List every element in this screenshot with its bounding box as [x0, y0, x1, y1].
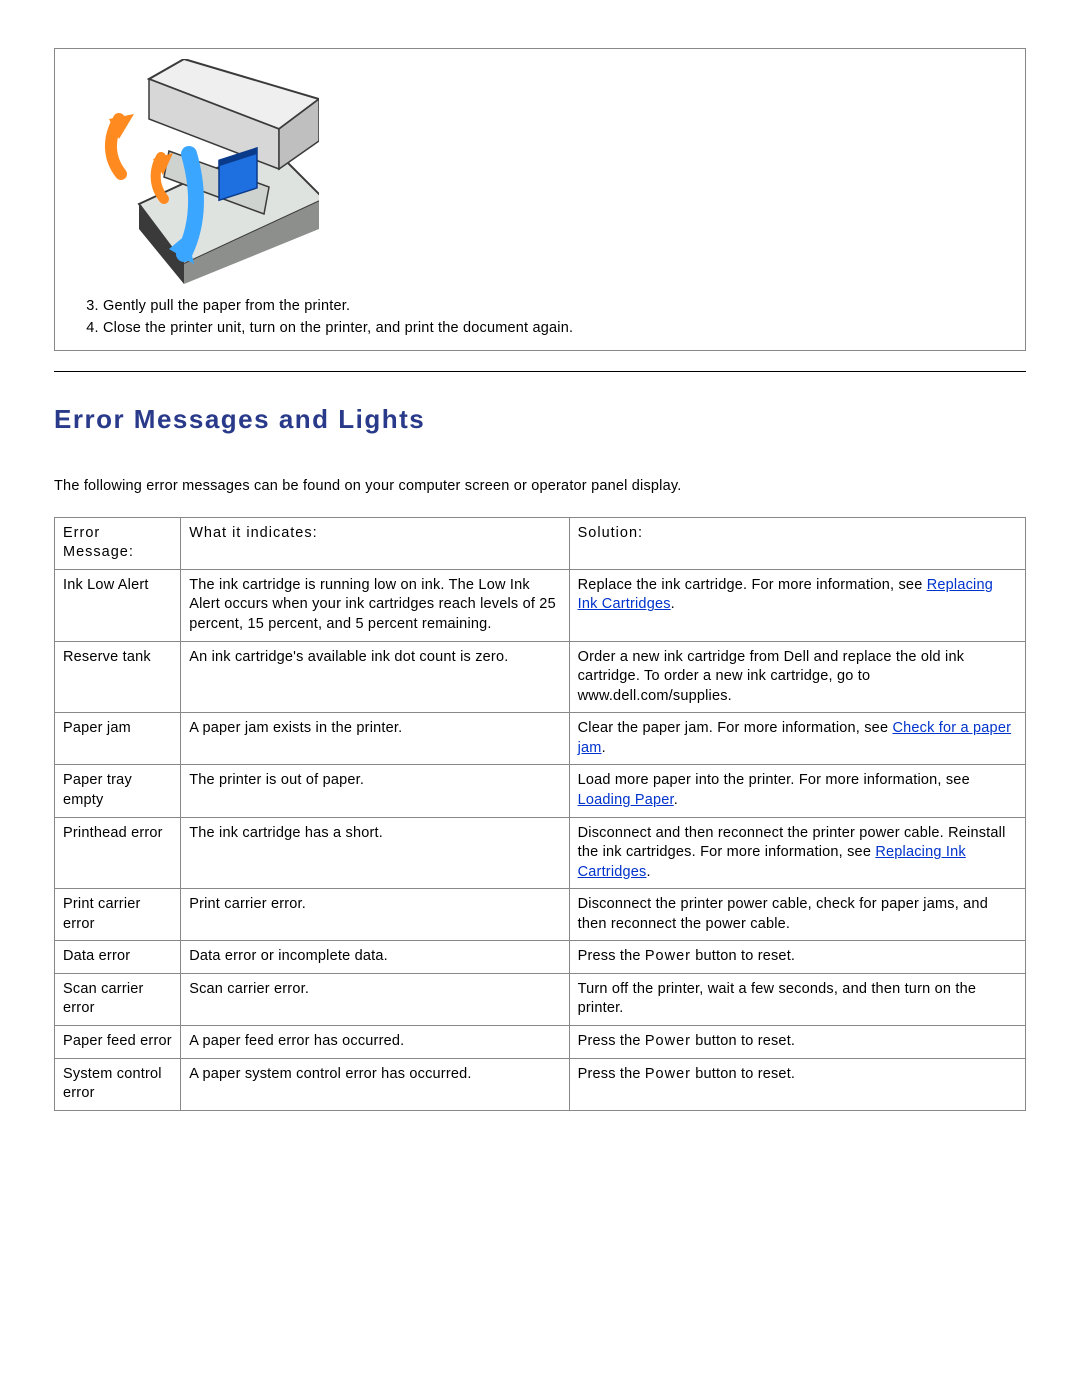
table-row: System control errorA paper system contr…: [55, 1058, 1026, 1110]
cell-indicates: The ink cartridge has a short.: [181, 817, 569, 889]
cell-message: Reserve tank: [55, 641, 181, 713]
cell-indicates: A paper system control error has occurre…: [181, 1058, 569, 1110]
cell-indicates: A paper jam exists in the printer.: [181, 713, 569, 765]
section-intro: The following error messages can be foun…: [54, 477, 1026, 497]
cell-solution: Disconnect and then reconnect the printe…: [569, 817, 1025, 889]
cell-indicates: A paper feed error has occurred.: [181, 1026, 569, 1059]
cell-message: Paper feed error: [55, 1026, 181, 1059]
doc-link[interactable]: Check for a paper jam: [578, 720, 1012, 756]
table-row: Scan carrier errorScan carrier error.Tur…: [55, 973, 1026, 1025]
cell-message: System control error: [55, 1058, 181, 1110]
cell-message: Print carrier error: [55, 889, 181, 941]
power-label: Power: [645, 948, 691, 964]
table-row: Printhead errorThe ink cartridge has a s…: [55, 817, 1026, 889]
cell-solution: Press the Power button to reset.: [569, 1026, 1025, 1059]
section-heading: Error Messages and Lights: [54, 402, 1026, 437]
printer-illustration: [69, 59, 319, 289]
table-header-row: Error Message: What it indicates: Soluti…: [55, 517, 1026, 569]
cell-solution: Clear the paper jam. For more informatio…: [569, 713, 1025, 765]
cell-message: Printhead error: [55, 817, 181, 889]
cell-indicates: An ink cartridge's available ink dot cou…: [181, 641, 569, 713]
cell-solution: Disconnect the printer power cable, chec…: [569, 889, 1025, 941]
cell-solution: Load more paper into the printer. For mo…: [569, 765, 1025, 817]
cell-indicates: The ink cartridge is running low on ink.…: [181, 569, 569, 641]
table-row: Paper feed errorA paper feed error has o…: [55, 1026, 1026, 1059]
cell-solution: Press the Power button to reset.: [569, 1058, 1025, 1110]
cell-message: Data error: [55, 941, 181, 974]
cell-message: Ink Low Alert: [55, 569, 181, 641]
cell-solution: Replace the ink cartridge. For more info…: [569, 569, 1025, 641]
cell-solution: Press the Power button to reset.: [569, 941, 1025, 974]
header-indicates: What it indicates:: [181, 517, 569, 569]
table-row: Print carrier errorPrint carrier error.D…: [55, 889, 1026, 941]
cell-indicates: Scan carrier error.: [181, 973, 569, 1025]
table-row: Reserve tankAn ink cartridge's available…: [55, 641, 1026, 713]
section-divider: [54, 371, 1026, 372]
header-solution: Solution:: [569, 517, 1025, 569]
step-4: Close the printer unit, turn on the prin…: [103, 319, 1011, 339]
top-instruction-box: Gently pull the paper from the printer. …: [54, 48, 1026, 351]
cell-message: Paper jam: [55, 713, 181, 765]
cell-indicates: Print carrier error.: [181, 889, 569, 941]
doc-link[interactable]: Replacing Ink Cartridges: [578, 844, 966, 880]
cell-solution: Turn off the printer, wait a few seconds…: [569, 973, 1025, 1025]
instruction-steps: Gently pull the paper from the printer. …: [69, 297, 1011, 338]
doc-link[interactable]: Loading Paper: [578, 792, 674, 808]
cell-message: Paper tray empty: [55, 765, 181, 817]
cell-indicates: Data error or incomplete data.: [181, 941, 569, 974]
table-row: Paper jamA paper jam exists in the print…: [55, 713, 1026, 765]
cell-indicates: The printer is out of paper.: [181, 765, 569, 817]
table-row: Data errorData error or incomplete data.…: [55, 941, 1026, 974]
power-label: Power: [645, 1033, 691, 1049]
cell-solution: Order a new ink cartridge from Dell and …: [569, 641, 1025, 713]
table-row: Ink Low AlertThe ink cartridge is runnin…: [55, 569, 1026, 641]
power-label: Power: [645, 1066, 691, 1082]
error-messages-table: Error Message: What it indicates: Soluti…: [54, 517, 1026, 1111]
table-row: Paper tray emptyThe printer is out of pa…: [55, 765, 1026, 817]
doc-link[interactable]: Replacing Ink Cartridges: [578, 577, 993, 613]
step-3: Gently pull the paper from the printer.: [103, 297, 1011, 317]
cell-message: Scan carrier error: [55, 973, 181, 1025]
header-message: Error Message:: [55, 517, 181, 569]
